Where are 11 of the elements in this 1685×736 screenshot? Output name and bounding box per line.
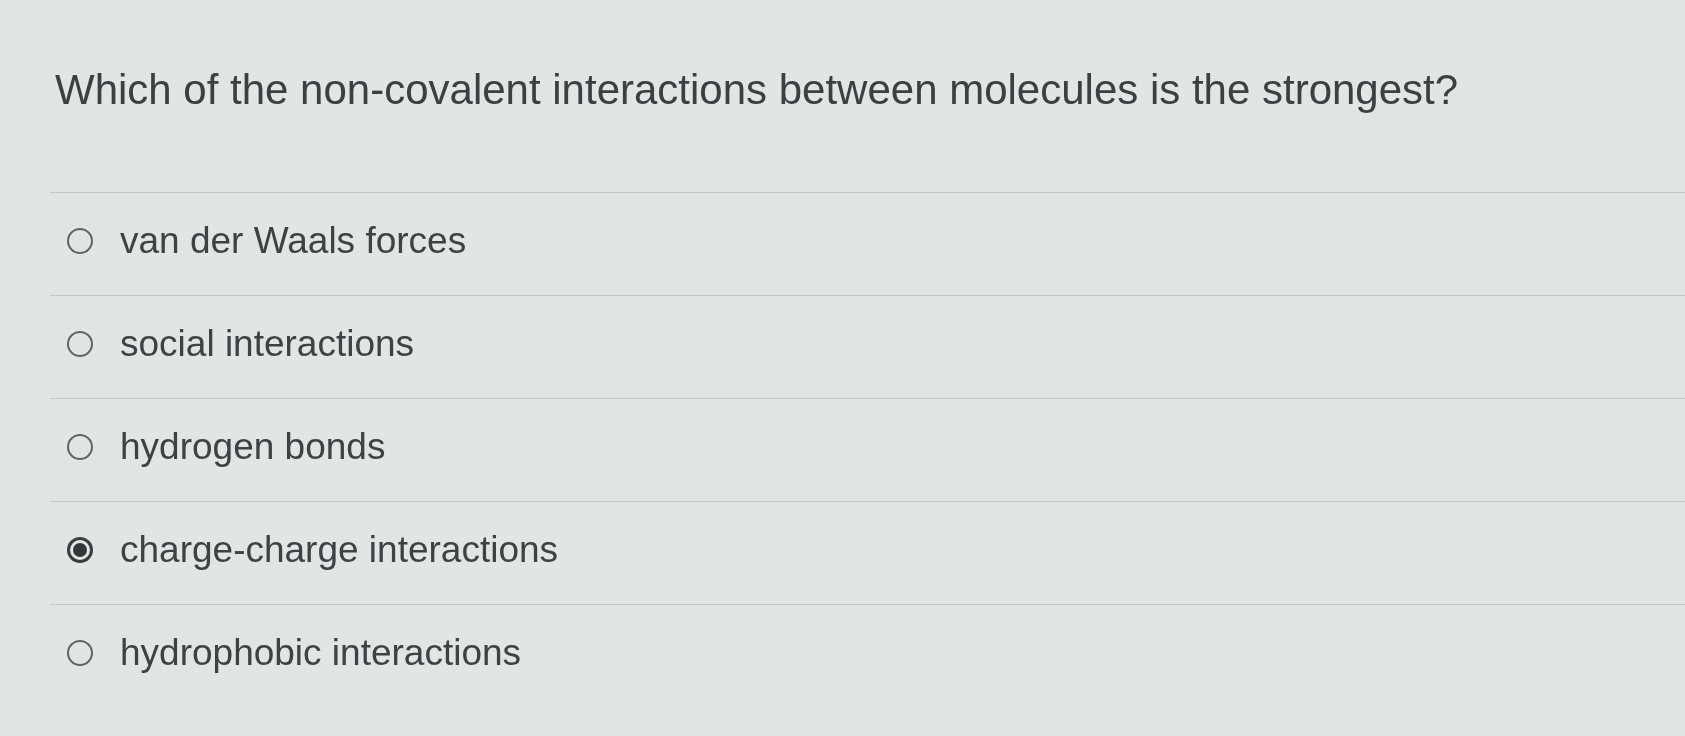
option-label: charge-charge interactions <box>120 528 559 572</box>
option-label: social interactions <box>120 322 415 366</box>
option-label: hydrophobic interactions <box>120 631 522 675</box>
radio-button[interactable] <box>67 640 93 666</box>
radio-button[interactable] <box>67 434 93 460</box>
radio-button[interactable] <box>67 537 93 563</box>
option-label: hydrogen bonds <box>120 425 386 469</box>
radio-button[interactable] <box>67 228 93 254</box>
radio-button[interactable] <box>67 331 93 357</box>
option-label: van der Waals forces <box>120 219 467 263</box>
question-text: Which of the non-covalent interactions between molecules is the strongest? <box>55 66 1459 114</box>
